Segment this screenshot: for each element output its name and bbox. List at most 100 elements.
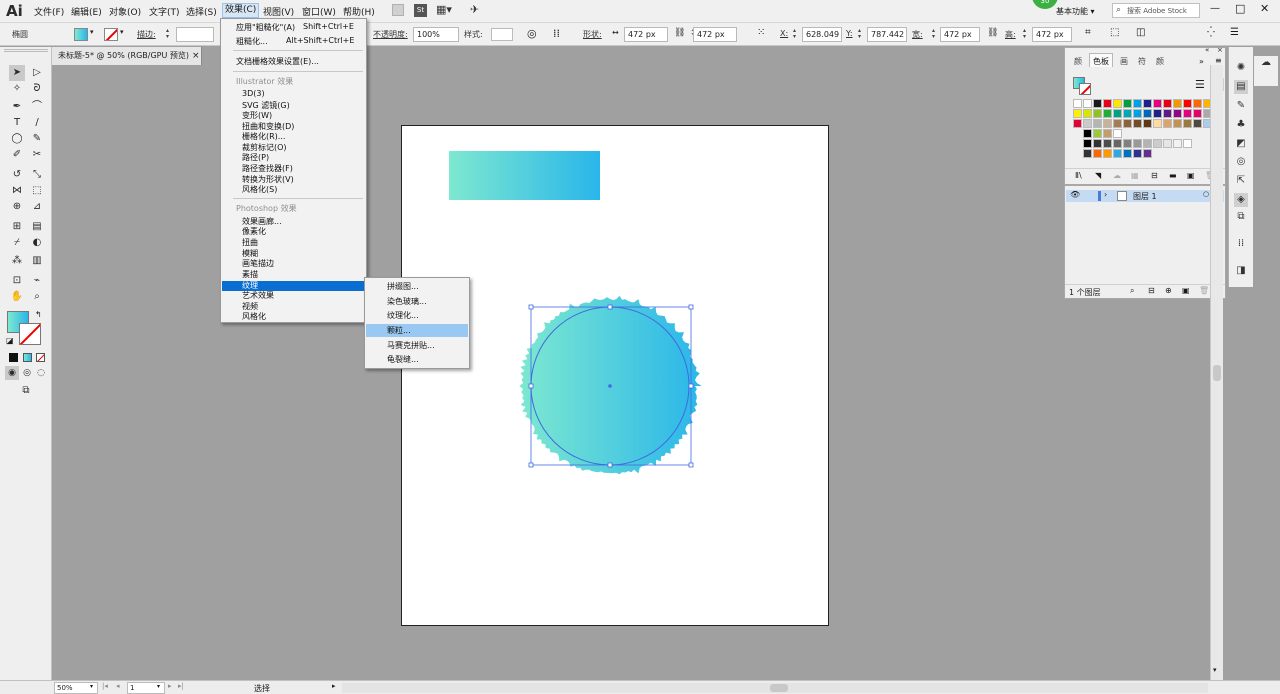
swatch-chip[interactable] [1123,99,1132,108]
handle-top[interactable] [607,304,613,310]
menu-object[interactable]: 对象(O) [109,5,141,18]
w-field[interactable]: 472 px [940,27,980,42]
handle-bottom-right[interactable] [688,462,694,468]
brushes-icon[interactable]: ✎ [1234,99,1248,113]
gradient-tool-icon[interactable]: ▤ [29,219,45,235]
gpu-performance-icon[interactable]: ✈ [470,3,479,16]
arrange-documents-icon[interactable]: ▦▾ [436,3,452,16]
swatch-chip[interactable] [1093,119,1102,128]
texture-grain-item[interactable]: 颗粒... [387,325,411,336]
gradient-rectangle[interactable] [449,151,600,200]
swatch-chip[interactable] [1073,109,1082,118]
swatch-chip[interactable] [1133,109,1142,118]
swatch-chip[interactable] [1103,99,1112,108]
texture-craquelure-item[interactable]: 龟裂缝... [387,354,419,365]
zoom-tool-icon[interactable]: ⌕ [29,289,45,305]
swatch-chip[interactable] [1183,119,1192,128]
swatch-chip[interactable] [1103,139,1112,148]
swatch-chip[interactable] [1073,119,1082,128]
texture-stained-glass-item[interactable]: 染色玻璃... [387,296,427,307]
blend-tool-icon[interactable]: ◐ [29,235,45,251]
draw-inside-icon[interactable]: ◌ [34,366,48,380]
pen-tool-icon[interactable]: ✒ [9,99,25,115]
panel-stroke-box[interactable] [1079,83,1091,95]
swatch-chip[interactable] [1173,109,1182,118]
swatch-chip[interactable] [1103,109,1112,118]
y-label[interactable]: Y: [846,29,853,38]
swatch-chip[interactable] [1143,109,1152,118]
stock-icon[interactable]: St [414,4,427,17]
h-label[interactable]: 高: [1005,29,1016,40]
bridge-icon[interactable] [392,4,404,16]
color-mode-icon[interactable] [9,353,18,362]
w-stepper[interactable]: ▴ ▾ [932,28,938,41]
kind-menu-icon[interactable]: ▦ [1131,171,1139,180]
swatch-chip[interactable] [1093,99,1102,108]
rotate-tool-icon[interactable]: ↺ [9,167,25,183]
swatch-chip[interactable] [1163,119,1172,128]
swatch-chip[interactable] [1083,109,1092,118]
place-swatch-icon[interactable]: ◥ [1095,171,1101,180]
shape-builder-tool-icon[interactable]: ⊕ [9,199,25,215]
swatch-chip[interactable] [1143,139,1152,148]
first-artboard-button[interactable]: |◂ [102,682,108,690]
swatch-chip[interactable] [1193,109,1202,118]
constrain-link-icon[interactable]: ⛓ [674,28,685,38]
close-panel-icon[interactable]: × [1217,46,1223,54]
effect-pixelate-item[interactable]: 像素化 [242,226,266,237]
swatch-chip[interactable] [1193,119,1202,128]
shaper-tool-icon[interactable]: ✐ [9,147,25,163]
default-fill-stroke-icon[interactable]: ◪ [6,336,14,345]
swatch-chip[interactable] [1083,129,1092,138]
swatch-chip[interactable] [1133,119,1142,128]
reference-point-icon[interactable]: ⁙ [757,27,765,38]
swatch-chip[interactable] [1153,119,1162,128]
effect-3d-item[interactable]: 3D(3) [242,89,265,98]
stock-search-input[interactable]: ⌕ 搜索 Adobe Stock [1112,3,1200,18]
swatch-chip[interactable] [1183,139,1192,148]
swatch-chip[interactable] [1153,109,1162,118]
swatch-library-icon[interactable]: Ⅱ\ [1075,171,1082,180]
swatch-chip[interactable] [1193,99,1202,108]
panel-menu-icon[interactable]: ☰ [1230,27,1239,38]
cc-libraries-icon[interactable]: ☁ [1259,56,1273,70]
new-sublayer-icon[interactable]: ⊕ [1165,286,1172,295]
handle-top-left[interactable] [528,304,534,310]
texture-patchwork-item[interactable]: 拼缀图... [387,281,419,292]
shape-height-field[interactable]: 472 px [693,27,737,42]
locate-object-icon[interactable]: ⌕ [1130,286,1134,296]
maximize-button[interactable]: □ [1235,2,1245,15]
shape-width-field[interactable]: 472 px [624,27,668,42]
swatch-chip[interactable] [1113,119,1122,128]
menu-effect[interactable]: 效果(C) [221,3,260,18]
stroke-color-box[interactable] [19,323,41,345]
isolate-icon[interactable]: ⬚ [1110,27,1119,38]
fill-dropdown-icon[interactable]: ▾ [90,28,94,36]
shape-properties-label[interactable]: 形状: [583,29,602,40]
align-panel-icon[interactable]: ⁞⁞ [1234,237,1248,251]
delete-layer-icon[interactable]: 🗑 [1199,286,1209,295]
cloud-library-icon[interactable]: ☁ [1113,171,1121,180]
swatch-chip[interactable] [1113,129,1122,138]
graphic-style-picker[interactable] [491,28,513,41]
list-view-icon[interactable]: ☰ [1195,78,1205,91]
line-tool-icon[interactable]: / [29,115,45,131]
expand-chevron-icon[interactable]: › [1104,190,1107,199]
width-tool-icon[interactable]: ⋈ [9,183,25,199]
effect-rasterize-item[interactable]: 栅格化(R)... [242,131,285,142]
menu-type[interactable]: 文字(T) [149,5,180,18]
status-menu-arrow-icon[interactable]: ▸ [332,682,336,690]
type-tool-icon[interactable]: T [9,115,25,131]
swatch-chip[interactable] [1183,99,1192,108]
curvature-tool-icon[interactable]: ⌒ [29,99,45,115]
swatch-chip[interactable] [1113,139,1122,148]
swatch-chip[interactable] [1083,119,1092,128]
transparency-icon[interactable]: ▤ [1234,80,1248,94]
swatch-chip[interactable] [1113,109,1122,118]
toolbar-grip[interactable] [4,49,48,52]
visibility-eye-icon[interactable]: 👁 [1070,190,1080,199]
swatch-chip[interactable] [1143,119,1152,128]
x-label[interactable]: X: [780,29,788,38]
stroke-dropdown-icon[interactable]: ▾ [120,28,124,36]
effect-path-item[interactable]: 路径(P) [242,152,269,163]
